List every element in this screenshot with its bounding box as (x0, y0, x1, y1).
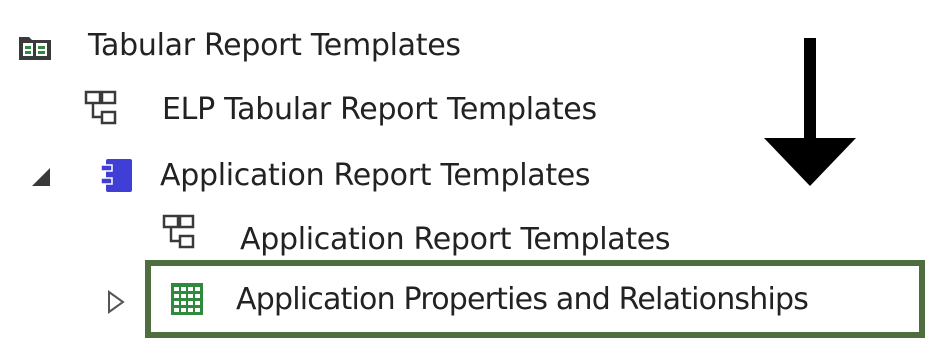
collapsed-triangle-icon[interactable] (106, 290, 126, 314)
tree-item-application-report-templates-component[interactable]: Application Report Templates (0, 146, 700, 206)
tree-item-tabular-report-templates[interactable]: Tabular Report Templates (0, 16, 600, 76)
tree-item-application-properties-and-relationships[interactable]: Application Properties and Relationships (0, 270, 929, 330)
component-icon (100, 159, 132, 192)
tree-item-label: Application Report Templates (160, 158, 591, 193)
diagram-icon (84, 90, 117, 125)
tree-item-label: Application Properties and Relationships (236, 282, 809, 317)
table-grid-icon (171, 283, 203, 315)
down-arrow-icon (764, 38, 856, 186)
expanded-triangle-icon[interactable] (30, 166, 52, 188)
tree-item-label: Tabular Report Templates (88, 28, 461, 63)
tree-item-application-report-templates-diagram[interactable]: Application Report Templates (0, 210, 760, 270)
tree-item-elp-tabular-report-templates[interactable]: ELP Tabular Report Templates (0, 80, 700, 140)
diagram-icon (162, 214, 195, 249)
package-folder-icon (19, 37, 51, 60)
tree-item-label: ELP Tabular Report Templates (162, 92, 597, 127)
tree-item-label: Application Report Templates (240, 222, 671, 257)
